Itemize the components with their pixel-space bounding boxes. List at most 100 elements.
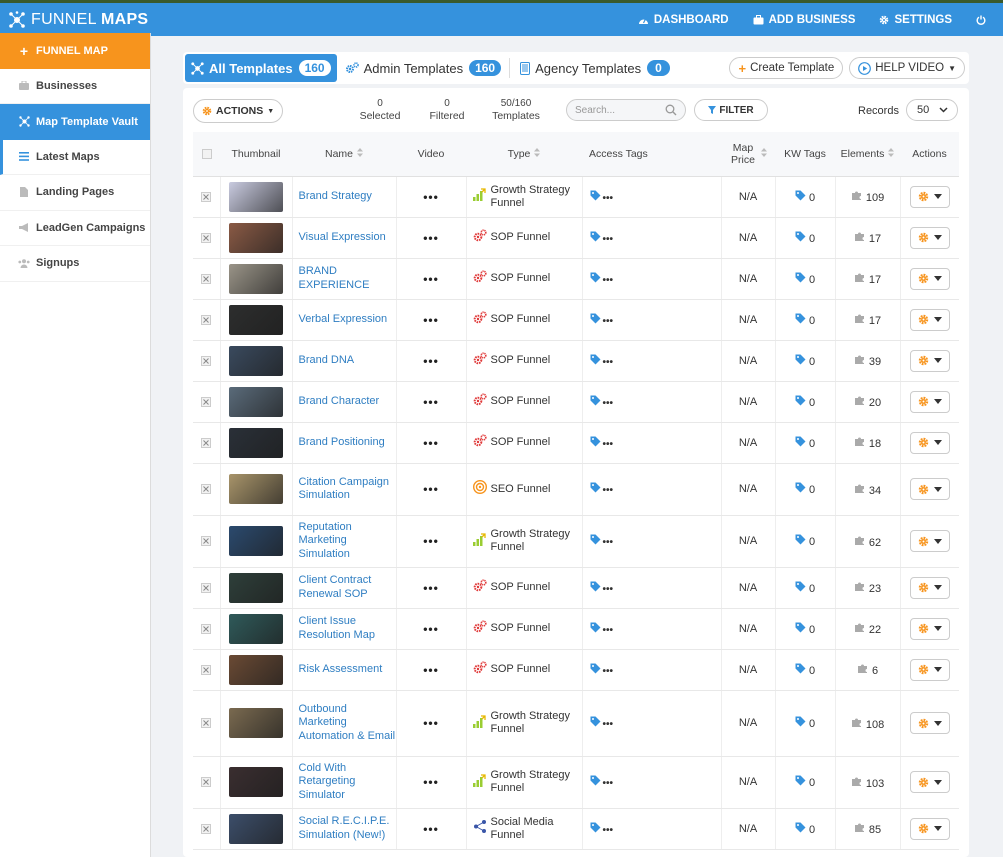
template-name-link[interactable]: BRAND EXPERIENCE bbox=[293, 265, 396, 292]
template-name-link[interactable]: Cold With Retargeting Simulator bbox=[293, 762, 396, 803]
template-name-link[interactable]: Visual Expression bbox=[293, 231, 396, 245]
header-map-price[interactable]: Map Price bbox=[721, 132, 775, 177]
template-thumbnail[interactable] bbox=[229, 708, 283, 738]
sidebar-item-landing-pages[interactable]: Landing Pages bbox=[0, 175, 150, 211]
tag-icon[interactable] bbox=[590, 231, 601, 245]
row-actions-dropdown[interactable] bbox=[909, 185, 950, 208]
row-checkbox[interactable] bbox=[201, 191, 212, 202]
video-more-icon[interactable]: ••• bbox=[397, 272, 466, 286]
template-thumbnail[interactable] bbox=[229, 386, 283, 417]
row-checkbox[interactable] bbox=[201, 777, 212, 787]
more-icon[interactable]: ••• bbox=[603, 537, 614, 548]
tag-icon[interactable] bbox=[590, 581, 601, 595]
tag-icon[interactable] bbox=[590, 395, 601, 409]
tag-icon[interactable] bbox=[590, 436, 601, 450]
template-thumbnail[interactable] bbox=[229, 654, 283, 685]
tag-icon[interactable] bbox=[590, 622, 601, 636]
header-name[interactable]: Name bbox=[292, 132, 396, 177]
video-more-icon[interactable]: ••• bbox=[397, 716, 466, 730]
tab-admin-templates[interactable]: Admin Templates 160 bbox=[339, 54, 508, 82]
video-more-icon[interactable]: ••• bbox=[397, 822, 466, 836]
video-more-icon[interactable]: ••• bbox=[397, 190, 466, 204]
sidebar-item-latest-maps[interactable]: Latest Maps bbox=[0, 139, 150, 175]
more-icon[interactable]: ••• bbox=[603, 234, 614, 245]
header-elements[interactable]: Elements bbox=[835, 132, 900, 177]
tag-icon[interactable] bbox=[590, 534, 601, 548]
row-actions-dropdown[interactable] bbox=[909, 390, 950, 413]
row-actions-dropdown[interactable] bbox=[909, 349, 950, 372]
template-name-link[interactable]: Social R.E.C.I.P.E. Simulation (New!) bbox=[293, 815, 396, 842]
more-icon[interactable]: ••• bbox=[603, 584, 614, 595]
row-checkbox[interactable] bbox=[201, 623, 212, 634]
row-checkbox[interactable] bbox=[201, 437, 212, 448]
tag-icon[interactable] bbox=[590, 775, 601, 789]
template-name-link[interactable]: Brand Positioning bbox=[293, 436, 396, 450]
template-thumbnail[interactable] bbox=[229, 474, 283, 504]
app-logo[interactable]: FUNNEL MAPS bbox=[0, 3, 151, 36]
row-actions-dropdown[interactable] bbox=[909, 267, 950, 290]
row-actions-dropdown[interactable] bbox=[909, 530, 950, 552]
more-icon[interactable]: ••• bbox=[603, 825, 614, 836]
tag-icon[interactable] bbox=[590, 313, 601, 327]
template-name-link[interactable]: Brand Strategy bbox=[293, 190, 396, 204]
video-more-icon[interactable]: ••• bbox=[397, 775, 466, 789]
video-more-icon[interactable]: ••• bbox=[397, 436, 466, 450]
template-name-link[interactable]: Client Issue Resolution Map bbox=[293, 615, 396, 642]
video-more-icon[interactable]: ••• bbox=[397, 622, 466, 636]
sidebar-item-signups[interactable]: Signups bbox=[0, 246, 150, 282]
nav-add-business[interactable]: ADD BUSINESS bbox=[753, 14, 855, 26]
video-more-icon[interactable]: ••• bbox=[397, 534, 466, 548]
template-name-link[interactable]: Brand Character bbox=[293, 395, 396, 409]
nav-dashboard[interactable]: DASHBOARD bbox=[638, 14, 729, 26]
video-more-icon[interactable]: ••• bbox=[397, 354, 466, 368]
tag-icon[interactable] bbox=[590, 190, 601, 204]
template-thumbnail[interactable] bbox=[229, 345, 283, 376]
video-more-icon[interactable]: ••• bbox=[397, 313, 466, 327]
row-checkbox[interactable] bbox=[201, 582, 212, 593]
more-icon[interactable]: ••• bbox=[603, 398, 614, 409]
power-button[interactable] bbox=[976, 15, 991, 25]
more-icon[interactable]: ••• bbox=[603, 193, 614, 204]
select-all-header[interactable] bbox=[193, 132, 220, 177]
row-actions-dropdown[interactable] bbox=[909, 617, 950, 640]
template-name-link[interactable]: Citation Campaign Simulation bbox=[293, 476, 396, 503]
row-checkbox[interactable] bbox=[201, 718, 212, 728]
tab-agency-templates[interactable]: Agency Templates 0 bbox=[514, 54, 676, 82]
row-checkbox[interactable] bbox=[201, 484, 212, 494]
tag-icon[interactable] bbox=[590, 716, 601, 730]
template-thumbnail[interactable] bbox=[229, 304, 283, 335]
header-type[interactable]: Type bbox=[466, 132, 582, 177]
template-thumbnail[interactable] bbox=[229, 222, 283, 253]
tag-icon[interactable] bbox=[590, 482, 601, 496]
template-thumbnail[interactable] bbox=[229, 572, 283, 603]
template-thumbnail[interactable] bbox=[229, 767, 283, 797]
create-template-button[interactable]: + Create Template bbox=[729, 57, 844, 79]
row-checkbox[interactable] bbox=[201, 823, 212, 834]
template-thumbnail[interactable] bbox=[229, 427, 283, 458]
row-actions-dropdown[interactable] bbox=[909, 658, 950, 681]
template-thumbnail[interactable] bbox=[229, 526, 283, 556]
more-icon[interactable]: ••• bbox=[603, 485, 614, 496]
sidebar-item-leadgen-campaigns[interactable]: LeadGen Campaigns bbox=[0, 211, 150, 246]
template-name-link[interactable]: Client Contract Renewal SOP bbox=[293, 574, 396, 601]
row-actions-dropdown[interactable] bbox=[909, 771, 950, 793]
row-actions-dropdown[interactable] bbox=[909, 308, 950, 331]
more-icon[interactable]: ••• bbox=[603, 357, 614, 368]
row-actions-dropdown[interactable] bbox=[909, 226, 950, 249]
tag-icon[interactable] bbox=[590, 663, 601, 677]
search-input[interactable]: Search... bbox=[566, 99, 686, 121]
more-icon[interactable]: ••• bbox=[603, 439, 614, 450]
template-thumbnail[interactable] bbox=[229, 613, 283, 644]
filter-button[interactable]: FILTER bbox=[694, 99, 768, 121]
template-name-link[interactable]: Reputation Marketing Simulation bbox=[293, 521, 396, 562]
tag-icon[interactable] bbox=[590, 354, 601, 368]
row-actions-dropdown[interactable] bbox=[909, 817, 950, 840]
row-actions-dropdown[interactable] bbox=[909, 431, 950, 454]
video-more-icon[interactable]: ••• bbox=[397, 581, 466, 595]
sidebar-item-map-template-vault[interactable]: Map Template Vault bbox=[0, 104, 150, 140]
template-thumbnail[interactable] bbox=[229, 181, 283, 212]
row-actions-dropdown[interactable] bbox=[909, 712, 950, 734]
select-all-checkbox[interactable] bbox=[201, 148, 212, 159]
row-actions-dropdown[interactable] bbox=[909, 478, 950, 500]
row-checkbox[interactable] bbox=[201, 232, 212, 243]
